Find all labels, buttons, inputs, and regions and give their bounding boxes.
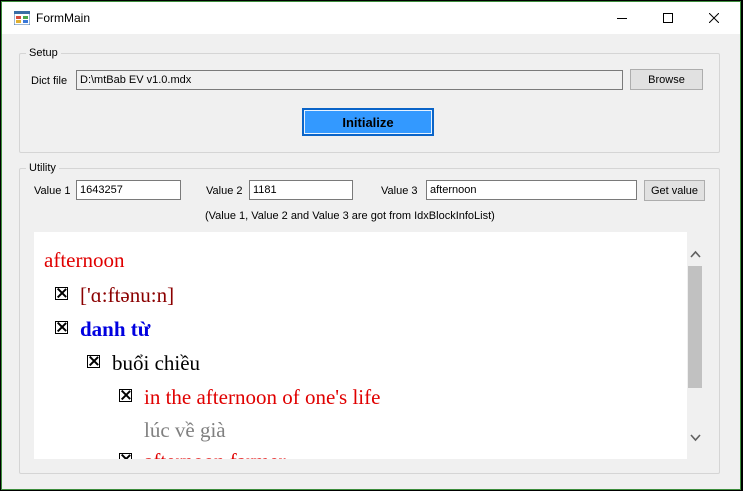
dict-file-label: Dict file	[31, 75, 68, 87]
value1-label: Value 1	[34, 185, 71, 197]
scroll-thumb[interactable]	[688, 266, 702, 388]
phrase: in the afternoon of one's life	[144, 385, 381, 409]
part-of-speech: danh từ	[80, 317, 151, 341]
collapse-icon[interactable]	[87, 355, 100, 368]
get-value-button[interactable]: Get value	[644, 180, 705, 201]
setup-group: Setup	[19, 46, 720, 153]
minimize-icon	[617, 18, 627, 19]
info-note: (Value 1, Value 2 and Value 3 are got fr…	[205, 210, 495, 222]
close-button[interactable]	[691, 2, 737, 34]
scroll-down-icon[interactable]	[690, 432, 701, 443]
app-icon	[14, 11, 30, 25]
initialize-button[interactable]: Initialize	[302, 108, 434, 136]
scroll-up-icon[interactable]	[690, 249, 701, 260]
value1-field[interactable]	[76, 180, 181, 200]
sense: buổi chiều	[112, 351, 201, 375]
phrase-meaning: lúc về già	[144, 418, 226, 442]
window-title: FormMain	[36, 11, 91, 25]
main-window: FormMain Setup Dict file Browse Initiali…	[1, 1, 741, 490]
value3-label: Value 3	[381, 185, 418, 197]
collapse-icon[interactable]	[119, 389, 132, 402]
next-phrase: afternoon farmer	[144, 449, 286, 459]
maximize-icon	[663, 13, 673, 23]
headword: afternoon	[44, 248, 125, 272]
dictionary-viewer[interactable]: afternoon ['ɑ:ftənu:n] danh từ buổi chiề…	[34, 232, 687, 459]
close-icon	[709, 13, 719, 23]
minimize-button[interactable]	[599, 2, 645, 34]
browse-button[interactable]: Browse	[630, 69, 703, 90]
pronunciation: ['ɑ:ftənu:n]	[80, 283, 175, 307]
value2-field[interactable]	[249, 180, 353, 200]
dict-file-field[interactable]	[76, 70, 623, 90]
title-bar[interactable]: FormMain	[2, 2, 740, 34]
value3-field[interactable]	[426, 180, 637, 200]
maximize-button[interactable]	[645, 2, 691, 34]
setup-legend: Setup	[26, 46, 61, 60]
collapse-icon[interactable]	[119, 453, 132, 459]
viewer-scrollbar[interactable]	[687, 232, 704, 459]
utility-legend: Utility	[26, 161, 59, 175]
collapse-icon[interactable]	[55, 321, 68, 334]
collapse-icon[interactable]	[55, 287, 68, 300]
value2-label: Value 2	[206, 185, 243, 197]
